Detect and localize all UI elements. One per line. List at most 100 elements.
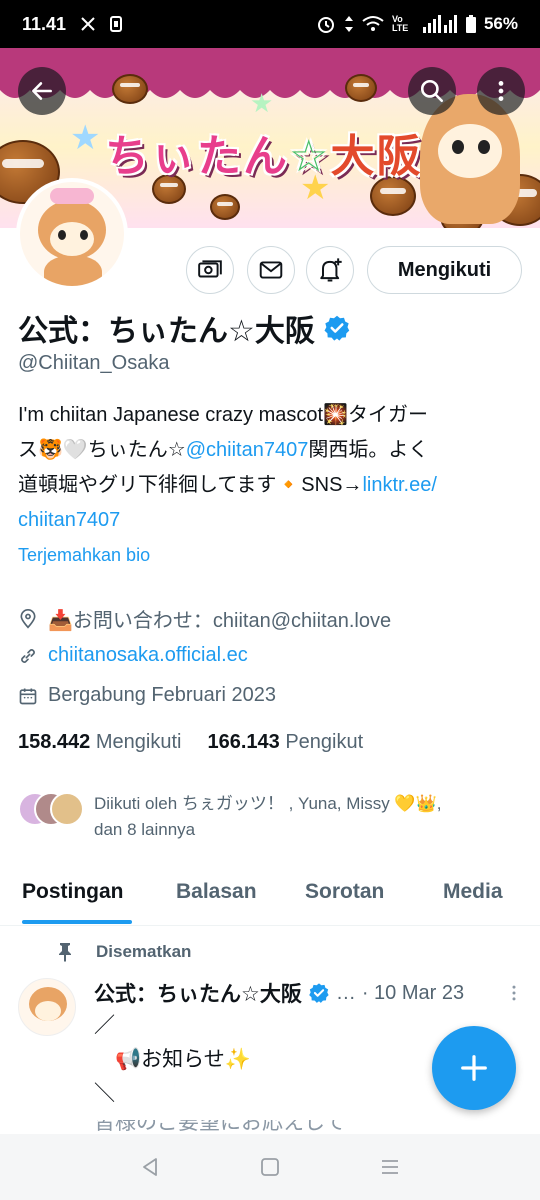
verified-badge-icon — [324, 315, 350, 341]
takoyaki-decoration — [210, 194, 240, 220]
bio-text: ス🐯🤍ちぃたん☆ — [18, 439, 186, 461]
following-stat[interactable]: 158.442 Mengikuti — [18, 731, 181, 754]
bio-line: chiitan7407 — [18, 503, 518, 538]
search-icon — [420, 79, 444, 103]
takoyaki-decoration — [112, 74, 148, 104]
subscribe-icon — [198, 260, 222, 278]
location-row: 📥お問い合わせ：chiitan@chiitan.love — [18, 604, 391, 633]
tab-posts[interactable]: Postingan — [22, 880, 124, 904]
post-date: · 10 Mar 23 — [361, 981, 465, 1004]
bio-text: 関西垢。よく — [308, 439, 429, 461]
bio-line: 道頓堀やグリ下徘徊してます🔸SNS→linktr.ee/ — [18, 468, 518, 503]
translate-bio-link[interactable]: Terjemahkan bio — [18, 545, 150, 566]
arrow-left-icon — [32, 82, 52, 100]
nav-back-icon[interactable] — [139, 1156, 161, 1178]
message-button[interactable] — [247, 246, 295, 294]
wifi-icon — [362, 15, 384, 33]
pinned-label-row: Disematkan — [56, 942, 191, 962]
location-pin-icon — [20, 608, 36, 629]
system-navigation-bar — [0, 1134, 540, 1200]
calendar-icon — [19, 688, 37, 704]
message-icon — [259, 261, 283, 279]
followed-by-row[interactable]: Diikuti oleh ちぇガッツ！ , Yuna, Missy 💛👑, da… — [18, 790, 514, 843]
banner-title-part2: 大阪 — [330, 131, 423, 182]
post-author-name[interactable]: 公式：ちぃたん☆大阪 — [94, 978, 302, 1008]
following-count: 158.442 — [18, 731, 91, 753]
active-tab-indicator — [22, 920, 132, 924]
post-more-icon[interactable] — [504, 983, 524, 1003]
post-body[interactable]: ／ 📢お知らせ✨ ＼ — [94, 1008, 251, 1110]
sim-icon — [110, 16, 123, 32]
banner-title: ちぃたん☆大阪 — [105, 120, 422, 184]
notification-button[interactable] — [306, 246, 354, 294]
avatar — [50, 792, 84, 826]
linktree-link-continued[interactable]: chiitan7407 — [18, 509, 120, 531]
bio-text: 道頓堀やグリ下徘徊してます🔸SNS→ — [18, 474, 363, 496]
post-line-cutoff: 皆様のご要望にお応えして — [94, 1120, 394, 1134]
following-button[interactable]: Mengikuti — [367, 246, 522, 294]
post-author-avatar[interactable] — [18, 978, 76, 1036]
star-decoration: ★ — [250, 88, 274, 118]
following-label: Mengikuti — [95, 731, 182, 753]
star-decoration: ★ — [70, 119, 101, 157]
status-time: 11.41 — [22, 13, 67, 34]
more-vertical-icon — [498, 81, 504, 101]
profile-name-row: 公式：ちぃたん☆大阪 — [18, 306, 351, 350]
profile-avatar[interactable] — [16, 178, 128, 290]
mention-link[interactable]: @chiitan7407 — [186, 439, 309, 461]
battery-level: 56% — [483, 14, 518, 33]
back-button[interactable] — [18, 67, 66, 115]
nav-home-icon[interactable] — [259, 1156, 281, 1178]
joined-text: Bergabung Februari 2023 — [48, 684, 276, 706]
follow-stats: 158.442 Mengikuti 166.143 Pengikut — [18, 731, 363, 754]
bio-line: I'm chiitan Japanese crazy mascot🎇タイガー — [18, 404, 428, 426]
post-line: ／ — [94, 1013, 115, 1037]
location-text: 📥お問い合わせ：chiitan@chiitan.love — [48, 610, 392, 632]
profile-name: 公式：ちぃたん☆大阪 — [18, 314, 315, 349]
joined-row: Bergabung Februari 2023 — [18, 684, 276, 707]
notification-add-icon — [320, 258, 342, 282]
profile-tabs: Postingan Balasan Sorotan Media — [0, 860, 540, 926]
tab-highlights[interactable]: Sorotan — [305, 880, 384, 904]
linktree-link[interactable]: linktr.ee/ — [362, 474, 436, 496]
battery-icon — [465, 15, 476, 33]
profile-handle: @Chiitan_Osaka — [18, 352, 170, 374]
followers-count: 166.143 — [207, 731, 280, 753]
profile-bio: I'm chiitan Japanese crazy mascot🎇タイガー ス… — [18, 398, 518, 538]
verified-badge-icon — [309, 983, 329, 1003]
link-icon — [21, 648, 35, 663]
nav-recents-icon[interactable] — [379, 1156, 401, 1178]
follower-avatars — [18, 790, 84, 828]
subscribe-button[interactable] — [186, 246, 234, 294]
website-link[interactable]: chiitanosaka.official.ec — [48, 644, 248, 667]
volte-label: Vo LTE — [391, 14, 409, 33]
takoyaki-decoration — [345, 74, 377, 102]
post-line: 📢お知らせ✨ — [94, 1047, 251, 1071]
post-line: ＼ — [94, 1081, 115, 1105]
followed-by-text: Diikuti oleh ちぇガッツ！ , Yuna, Missy 💛👑, da… — [94, 791, 514, 843]
pinned-label: Disematkan — [96, 942, 192, 961]
banner-title-part1: ちぃたん — [105, 131, 289, 182]
banner-title-star: ☆ — [289, 131, 331, 182]
followers-stat[interactable]: 166.143 Pengikut — [207, 731, 363, 754]
data-arrows-icon — [344, 15, 354, 33]
post-header: 公式：ちぃたん☆大阪 … · 10 Mar 23 — [94, 978, 524, 1008]
signal-icon — [422, 15, 458, 33]
pin-icon — [59, 943, 71, 962]
compose-post-button[interactable] — [432, 1026, 516, 1110]
status-bar: 11.41 Vo LTE 56% — [0, 0, 540, 48]
website-row: chiitanosaka.official.ec — [18, 644, 248, 667]
plus-icon — [461, 1055, 487, 1081]
search-button[interactable] — [408, 67, 456, 115]
post-truncated-handle: … — [335, 981, 356, 1004]
post-line: 皆様のご要望にお応えして — [94, 1120, 346, 1134]
x-logo-icon — [80, 16, 96, 32]
alarm-icon — [316, 14, 336, 34]
followed-by-line: dan 8 lainnya — [94, 820, 196, 839]
more-options-button[interactable] — [477, 67, 525, 115]
tab-media[interactable]: Media — [443, 880, 503, 904]
tab-replies[interactable]: Balasan — [176, 880, 257, 904]
followers-label: Pengikut — [285, 731, 364, 753]
followed-by-line: Diikuti oleh ちぇガッツ！ , Yuna, Missy 💛👑, — [94, 794, 442, 813]
bio-line: ス🐯🤍ちぃたん☆@chiitan7407関西垢。よく — [18, 433, 518, 468]
